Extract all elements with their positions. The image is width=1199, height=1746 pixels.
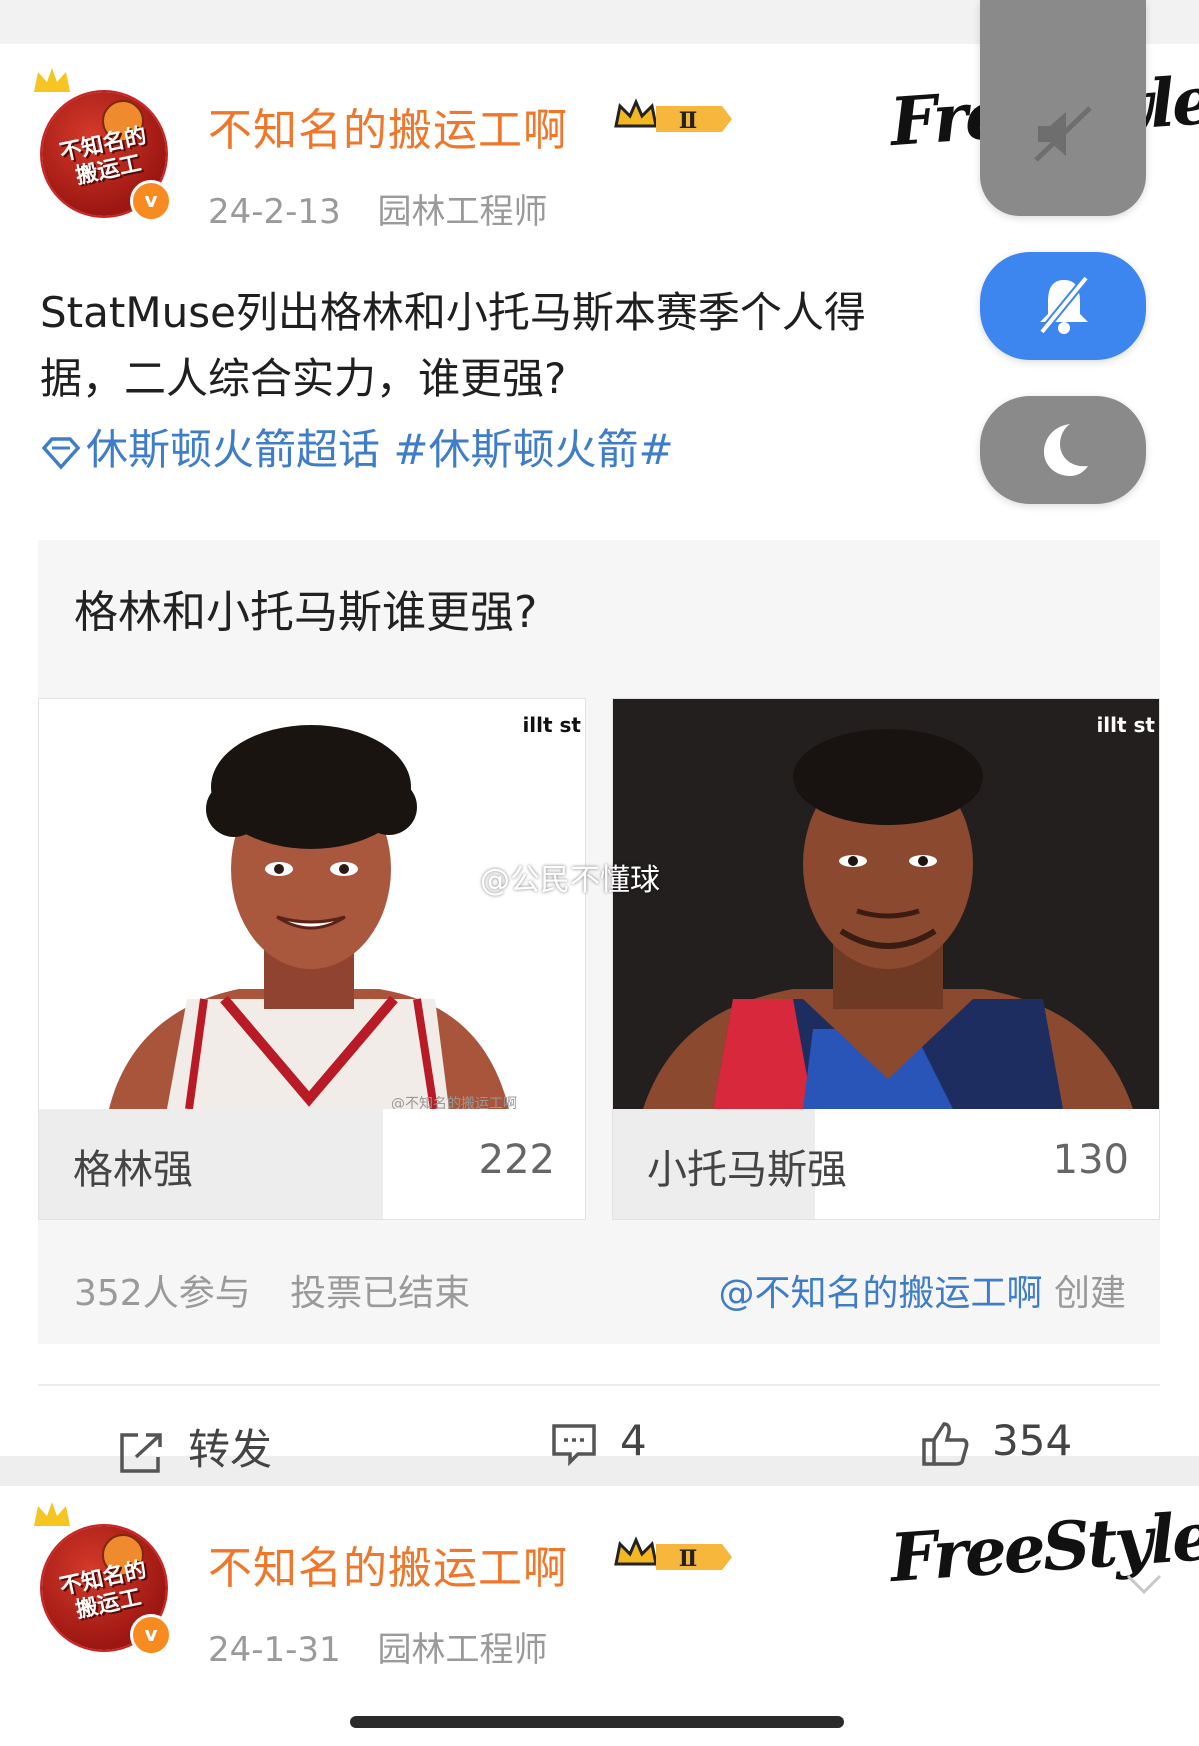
poll-participants: 352人参与 [74,1273,251,1314]
post-source: 园林工程师 [377,192,548,232]
poll-bar-thomas: 小托马斯强 130 [613,1109,1159,1219]
level-badge-text: Ⅱ [679,1546,698,1572]
mute-toggle[interactable] [980,0,1146,216]
topic-tags[interactable]: 休斯顿火箭超话 #休斯顿火箭# [40,416,674,477]
poll-creator-link[interactable]: @不知名的搬运工啊 [719,1273,1043,1314]
statmuse-mark: illt st [1096,713,1155,737]
overlay-watermark: @公民不懂球 [480,863,660,898]
poll-bar-green: 格林强 222 [39,1109,585,1219]
comment-button[interactable]: 4 [550,1416,647,1466]
action-bar: 转发 4 354 [0,1386,1199,1500]
topic-tags-text[interactable]: 休斯顿火箭超话 #休斯顿火箭# [86,425,674,474]
moon-toggle[interactable] [980,396,1146,504]
poll: 格林和小托马斯谁更强? illt st @不知名的搬运工啊 格林强 222 il… [38,540,1160,1344]
bell-toggle[interactable] [980,252,1146,360]
option-label-thomas: 小托马斯强 [647,1147,847,1193]
poll-footer: 352人参与 投票已结束 [74,1264,498,1316]
repost-label: 转发 [188,1425,273,1474]
verified-icon: v [130,180,172,222]
poll-option-green[interactable]: illt st @不知名的搬运工啊 格林强 222 [38,698,586,1220]
player-image-green: illt st @不知名的搬运工啊 [39,699,585,1109]
username[interactable]: 不知名的搬运工啊 [208,1532,568,1596]
post-date: 24-1-31 [208,1630,341,1670]
poll-creator: @不知名的搬运工啊 创建 [719,1264,1126,1316]
chevron-down-icon[interactable] [1124,1572,1164,1596]
player-image-thomas: illt st [613,699,1159,1109]
comment-count: 4 [620,1416,647,1465]
diamond-icon [41,436,81,470]
avatar[interactable]: 不知名的搬运工 v [34,1502,172,1656]
repost-icon [120,1432,162,1473]
option-label-green: 格林强 [73,1147,193,1193]
option-count-thomas: 130 [1052,1137,1129,1183]
poll-status: 投票已结束 [290,1273,471,1314]
username[interactable]: 不知名的搬运工啊 [208,94,568,158]
crown-icon [34,68,70,92]
mute-icon [1034,106,1092,162]
crown-icon [34,1502,70,1526]
level-badge-text: Ⅱ [679,108,698,134]
poll-question: 格林和小托马斯谁更强? [74,587,538,638]
vip-crown-icon: Ⅱ [614,1536,732,1572]
avatar[interactable]: 不知名的搬运工 v [34,68,172,222]
home-indicator[interactable] [350,1716,844,1728]
statmuse-mark: illt st [522,713,581,737]
vip-crown-icon: Ⅱ [614,98,732,134]
post-meta: 24-2-13 园林工程师 [208,184,574,233]
like-button[interactable]: 354 [920,1416,1072,1468]
bell-off-icon [1038,275,1090,335]
verified-icon: v [130,1614,172,1656]
image-watermark: @不知名的搬运工啊 [391,1096,517,1109]
post-meta: 24-1-31 园林工程师 [208,1622,574,1671]
like-icon [922,1421,969,1466]
comment-icon [552,1423,596,1466]
post-text-line-2: 据，二人综合实力，谁更强? [40,354,567,403]
option-count-green: 222 [478,1137,555,1183]
post-source: 园林工程师 [377,1630,548,1670]
poll-creator-suffix: 创建 [1053,1273,1126,1314]
repost-button[interactable]: 转发 [118,1416,272,1477]
post-card[interactable]: 不知名的搬运工 v 不知名的搬运工啊 Ⅱ 24-1-31 园林工程师 FreeS… [0,1486,1199,1746]
moon-icon [1044,424,1088,476]
like-count: 354 [992,1416,1073,1465]
post-date: 24-2-13 [208,192,341,232]
poll-option-thomas[interactable]: illt st 小托马斯强 130 [612,698,1160,1220]
